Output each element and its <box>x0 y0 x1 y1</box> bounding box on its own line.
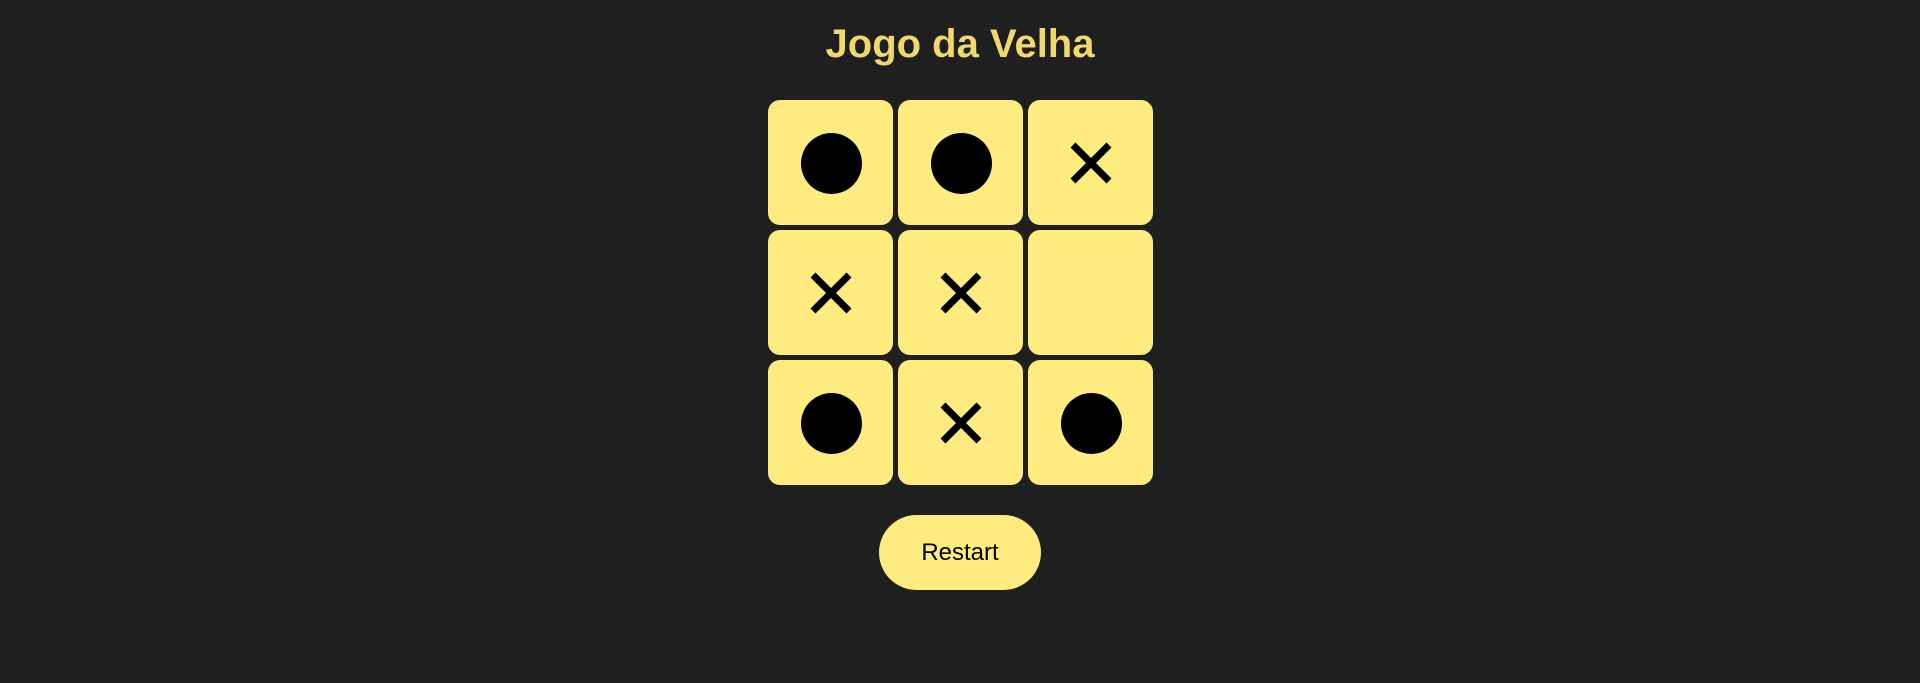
board-cell-5[interactable] <box>898 230 1023 355</box>
o-mark-icon <box>1060 392 1122 454</box>
restart-button[interactable]: Restart <box>879 515 1041 590</box>
board-cell-7[interactable] <box>768 360 893 485</box>
page-title: Jogo da Velha <box>825 22 1095 66</box>
board-cell-1[interactable] <box>768 100 893 225</box>
game-board <box>768 100 1153 485</box>
x-mark-icon <box>940 402 981 443</box>
board-cell-3[interactable] <box>1028 100 1153 225</box>
board-cell-4[interactable] <box>768 230 893 355</box>
board-cell-9[interactable] <box>1028 360 1153 485</box>
x-mark-icon <box>1070 142 1111 183</box>
o-mark-icon <box>800 392 862 454</box>
o-mark-icon <box>930 132 992 194</box>
board-cell-2[interactable] <box>898 100 1023 225</box>
x-mark-icon <box>940 272 981 313</box>
board-cell-6[interactable] <box>1028 230 1153 355</box>
x-mark-icon <box>810 272 851 313</box>
o-mark-icon <box>800 132 862 194</box>
board-cell-8[interactable] <box>898 360 1023 485</box>
